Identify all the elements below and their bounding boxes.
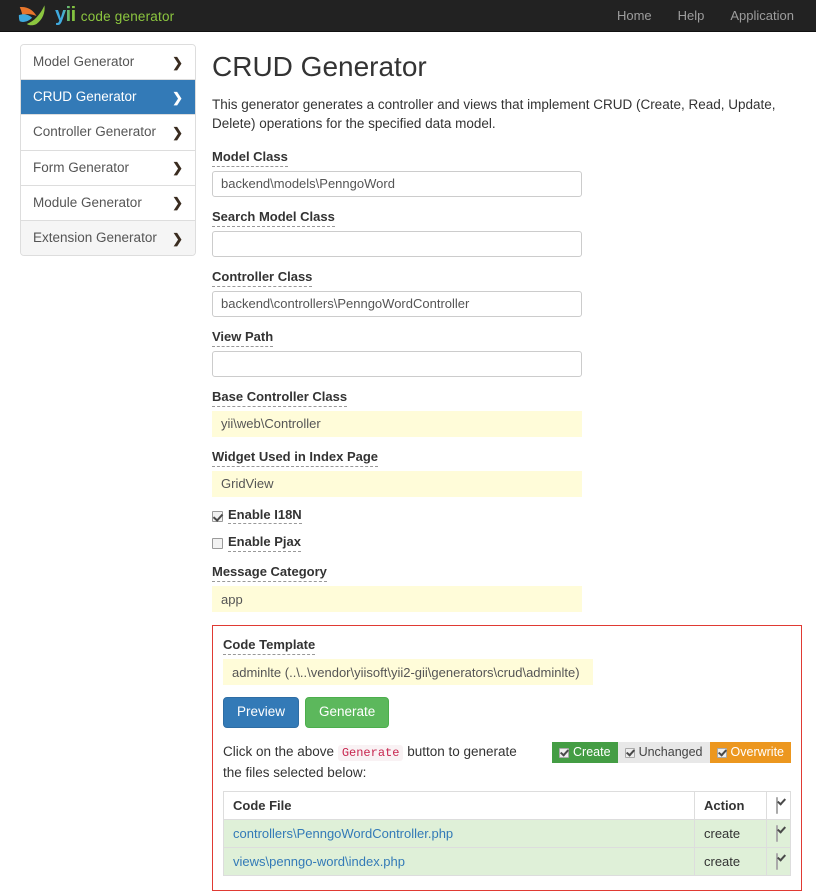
legend-item-overwrite[interactable]: Overwrite (709, 742, 791, 764)
checkbox-icon-checked[interactable] (559, 747, 570, 758)
controller-class-input[interactable] (212, 290, 582, 317)
hint-prefix: Click on the above (223, 744, 338, 760)
field-widget-used-in-index-page: Widget Used in Index Page (212, 448, 802, 497)
sidebar-item-crud-generator[interactable]: CRUD Generator ❯ (21, 80, 195, 116)
table-header-row: Code File Action (223, 791, 791, 821)
sidebar-item-label: Form Generator (33, 159, 130, 175)
field-base-controller-class: Base Controller Class (212, 388, 802, 437)
field-label: Base Controller Class (212, 389, 348, 407)
sidebar-item-extension-generator[interactable]: Extension Generator ❯ (21, 220, 195, 256)
cell-row-checkbox[interactable] (766, 819, 791, 849)
chevron-right-icon: ❯ (172, 124, 183, 140)
sidebar-item-form-generator[interactable]: Form Generator ❯ (21, 150, 195, 186)
sidebar-item-controller-generator[interactable]: Controller Generator ❯ (21, 115, 195, 151)
file-link[interactable]: controllers\PenngoWordController.php (233, 826, 453, 841)
checkbox-icon-checked[interactable] (212, 510, 223, 522)
sidebar-item-label: Controller Generator (33, 124, 157, 140)
field-model-class: Model Class (212, 148, 802, 197)
cell-row-checkbox[interactable] (766, 847, 791, 877)
checkbox-enable-pjax[interactable]: Enable Pjax (212, 535, 802, 553)
field-controller-class: Controller Class (212, 268, 802, 317)
hint-code-generate: Generate (337, 745, 404, 762)
view-path-input[interactable] (212, 350, 582, 377)
generator-description: This generator generates a controller an… (212, 96, 776, 132)
yii-bird-logo-icon (18, 4, 45, 25)
status-legend: Create Unchanged Overwrite (552, 742, 791, 764)
brand-name: yii (55, 4, 76, 26)
brand-logo-link[interactable]: yii code generator (18, 4, 174, 28)
field-label: View Path (212, 329, 274, 347)
legend-label: Overwrite (730, 745, 784, 760)
code-template-input[interactable] (223, 659, 593, 686)
chevron-right-icon: ❯ (172, 54, 183, 70)
chevron-right-icon: ❯ (172, 160, 183, 176)
table-row: controllers\PenngoWordController.php cre… (223, 819, 791, 849)
sidebar-item-label: CRUD Generator (33, 89, 137, 105)
chevron-right-icon: ❯ (172, 89, 183, 105)
cell-code-file: views\penngo-word\index.php (223, 847, 695, 877)
base-controller-class-input[interactable] (212, 410, 582, 437)
sidebar-item-model-generator[interactable]: Model Generator ❯ (21, 45, 195, 81)
generate-hint: Click on the above Generate button to ge… (223, 742, 538, 782)
field-label: Model Class (212, 149, 288, 167)
code-template-panel: Code Template Preview Generate Click on … (212, 625, 802, 891)
chevron-right-icon: ❯ (172, 195, 183, 211)
page-body: Model Generator ❯ CRUD Generator ❯ Contr… (0, 32, 816, 891)
sidebar-item-module-generator[interactable]: Module Generator ❯ (21, 185, 195, 221)
field-message-category: Message Category (212, 563, 802, 613)
legend-item-unchanged[interactable]: Unchanged (617, 742, 710, 764)
legend-label: Unchanged (638, 745, 703, 760)
navbar-links: Home Help Application (617, 8, 794, 23)
column-header-select-all[interactable] (766, 791, 791, 821)
sidebar-item-label: Extension Generator (33, 229, 157, 245)
checkbox-label: Enable I18N (228, 507, 302, 525)
field-label: Code Template (223, 637, 316, 656)
generate-button[interactable]: Generate (305, 697, 390, 729)
sidebar-item-label: Model Generator (33, 54, 135, 69)
nav-link-home[interactable]: Home (617, 8, 652, 23)
checkbox-icon-checked[interactable] (776, 825, 778, 843)
main-content: CRUD Generator This generator generates … (210, 44, 802, 891)
widget-index-page-input[interactable] (212, 470, 582, 497)
top-navbar: yii code generator Home Help Application (0, 0, 816, 32)
nav-link-help[interactable]: Help (678, 8, 705, 23)
checkbox-icon-unchecked[interactable] (212, 538, 223, 550)
field-label: Search Model Class (212, 209, 335, 227)
table-row: views\penngo-word\index.php create (223, 847, 791, 877)
cell-code-file: controllers\PenngoWordController.php (223, 819, 695, 849)
page-title: CRUD Generator (212, 51, 427, 82)
checkbox-label: Enable Pjax (228, 535, 301, 553)
legend-item-create[interactable]: Create (552, 742, 618, 764)
checkbox-icon-checked[interactable] (776, 797, 778, 815)
cell-action: create (694, 847, 767, 877)
cell-action: create (694, 819, 767, 849)
field-label: Controller Class (212, 269, 313, 287)
legend-label: Create (573, 745, 611, 760)
field-label: Message Category (212, 564, 327, 583)
field-search-model-class: Search Model Class (212, 208, 802, 257)
checkbox-icon-checked[interactable] (624, 747, 635, 758)
column-header-code-file: Code File (223, 791, 695, 821)
chevron-right-icon: ❯ (172, 230, 183, 246)
generator-sidebar: Model Generator ❯ CRUD Generator ❯ Contr… (20, 44, 196, 257)
checkbox-enable-i18n[interactable]: Enable I18N (212, 507, 802, 525)
checkbox-icon-checked[interactable] (776, 853, 778, 871)
field-label: Widget Used in Index Page (212, 449, 379, 467)
field-code-template: Code Template (223, 636, 791, 686)
preview-button[interactable]: Preview (223, 697, 300, 729)
checkbox-icon-checked[interactable] (716, 747, 727, 758)
field-view-path: View Path (212, 328, 802, 377)
brand-subtitle: code generator (80, 9, 175, 24)
message-category-input[interactable] (212, 586, 582, 613)
file-link[interactable]: views\penngo-word\index.php (233, 854, 405, 869)
model-class-input[interactable] (212, 170, 582, 197)
action-button-row: Preview Generate (223, 697, 791, 729)
search-model-class-input[interactable] (212, 230, 582, 257)
sidebar-item-label: Module Generator (33, 194, 142, 210)
nav-link-application[interactable]: Application (730, 8, 794, 23)
column-header-action: Action (694, 791, 767, 821)
code-files-table: Code File Action controllers\PenngoWordC… (223, 791, 791, 877)
hint-and-legend-row: Click on the above Generate button to ge… (223, 742, 791, 782)
